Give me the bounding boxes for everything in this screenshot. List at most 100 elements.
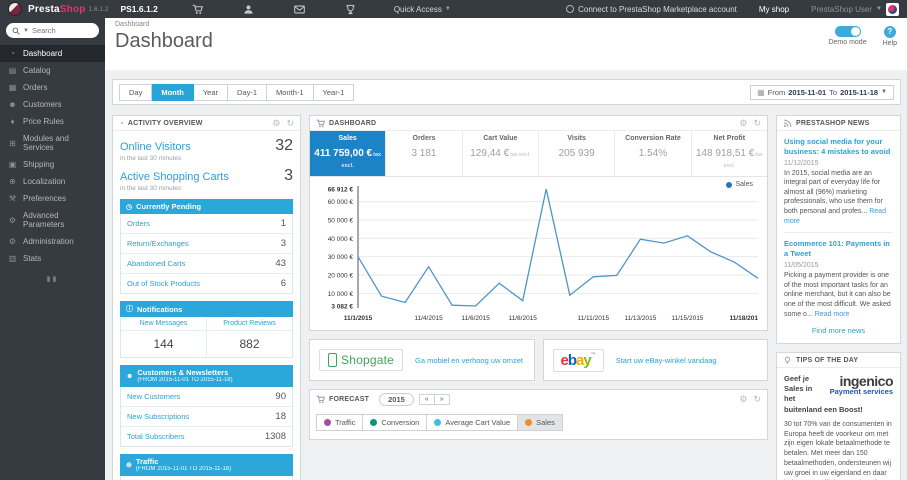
- my-shop-link[interactable]: My shop: [759, 5, 789, 14]
- new-subscriptions-row[interactable]: New Subscriptions 18: [121, 407, 292, 428]
- refresh-icon[interactable]: ↻: [753, 118, 761, 128]
- date-range-picker[interactable]: ▦ From 2015-11-01 To 2015-11-18 ▼: [750, 84, 894, 100]
- forecast-legend-sales[interactable]: Sales: [518, 414, 563, 431]
- sidebar-item-orders[interactable]: ▦ Orders: [0, 79, 105, 96]
- info-icon: ⓘ: [126, 306, 133, 313]
- tab-net-profit[interactable]: Net Profit 148 918,51 €tax excl.: [692, 131, 767, 176]
- breadcrumb[interactable]: Dashboard: [115, 21, 213, 28]
- cart-icon[interactable]: [192, 4, 203, 15]
- forecast-next-button[interactable]: »: [434, 393, 450, 405]
- tab-sales[interactable]: Sales 411 759,00 €tax excl.: [310, 131, 387, 176]
- help-icon[interactable]: ?: [883, 26, 896, 38]
- search-input[interactable]: [31, 26, 87, 35]
- new-messages-link[interactable]: New Messages: [121, 317, 206, 331]
- trophy-icon[interactable]: [345, 4, 356, 15]
- filter-month-button[interactable]: Month: [152, 83, 194, 101]
- news-excerpt: In 2015, social media are an integral pa…: [784, 169, 886, 225]
- filter-day-button[interactable]: Day: [119, 83, 153, 101]
- pending-row-out-of-stock[interactable]: Out of Stock Products 6: [121, 274, 292, 293]
- new-messages-value: 144: [153, 337, 174, 351]
- quick-access-menu[interactable]: Quick Access ▼: [394, 5, 451, 14]
- filter-month-1-button[interactable]: Month-1: [267, 83, 314, 101]
- forecast-legend: Traffic Conversion Average Cart Value Sa…: [310, 408, 767, 439]
- tips-of-the-day-panel: TIPS OF THE DAY ingenico Payment service…: [776, 352, 901, 480]
- tab-visits[interactable]: Visits 205 939: [539, 131, 616, 176]
- shopgate-link[interactable]: Ga mobiel en verhoog uw omzet: [415, 356, 523, 365]
- sidebar-item-dashboard[interactable]: ◔ Dashboard: [0, 45, 105, 62]
- forecast-legend-traffic[interactable]: Traffic: [316, 414, 364, 431]
- sidebar-item-stats[interactable]: ▥ Stats: [0, 250, 105, 267]
- period-buttons: Day Month Year Day-1 Month-1 Year-1: [119, 83, 355, 101]
- read-more-link[interactable]: Read more: [815, 311, 850, 318]
- calendar-icon: ▦: [757, 87, 765, 97]
- news-article: Using social media for your business: 4 …: [784, 137, 893, 226]
- demo-mode-toggle[interactable]: [834, 26, 861, 37]
- gear-icon[interactable]: ⚙: [272, 118, 280, 128]
- prestashop-news-panel: PRESTASHOP NEWS Using social media for y…: [776, 115, 901, 345]
- user-menu[interactable]: PrestaShop User ▼: [811, 2, 899, 16]
- sales-chart-area: Sales 66 912 € 60 000 € 50 000 € 40 000 € 30…: [310, 177, 767, 330]
- filter-bar: Day Month Year Day-1 Month-1 Year-1 ▦ Fr…: [112, 79, 901, 105]
- product-reviews-link[interactable]: Product Reviews: [207, 317, 292, 331]
- customers-rows: New Customers 90 New Subscriptions 18 Tota…: [120, 387, 293, 448]
- sidebar-item-price-rules[interactable]: ♦ Price Rules: [0, 113, 105, 130]
- gear-icon[interactable]: ⚙: [739, 394, 747, 404]
- tips-body-text: 30 tot 70% van de consumenten in Europa …: [784, 420, 892, 480]
- google-analytics-link[interactable]: Link to your Google Analytics account: [120, 476, 293, 480]
- customers-icon[interactable]: [243, 4, 254, 15]
- ebay-logo[interactable]: ebay™: [552, 348, 604, 372]
- news-headline[interactable]: Using social media for your business: 4 …: [784, 137, 893, 157]
- marketplace-link[interactable]: Connect to PrestaShop Marketplace accoun…: [566, 5, 737, 14]
- help-label: Help: [882, 40, 897, 47]
- shopgate-logo[interactable]: Shopgate: [319, 349, 403, 371]
- svg-text:66 912 €: 66 912 €: [328, 187, 354, 194]
- forecast-legend-conversion[interactable]: Conversion: [363, 414, 428, 431]
- sidebar-item-modules[interactable]: ⊞ Modules and Services: [0, 130, 105, 156]
- forecast-legend-average-cart-value[interactable]: Average Cart Value: [427, 414, 519, 431]
- demo-mode-label: Demo mode: [828, 39, 867, 46]
- find-more-news-link[interactable]: Find more news: [784, 319, 893, 337]
- pending-row-abandoned-carts[interactable]: Abandoned Carts 43: [121, 254, 292, 274]
- sidebar-item-administration[interactable]: ⚙ Administration: [0, 233, 105, 250]
- tab-cart-value[interactable]: Cart Value 129,44 €tax excl.: [463, 131, 539, 176]
- refresh-icon[interactable]: ↻: [753, 394, 761, 404]
- pending-row-returns[interactable]: Return/Exchanges 3: [121, 234, 292, 254]
- pending-row-orders[interactable]: Orders 1: [121, 214, 292, 234]
- forecast-prev-button[interactable]: «: [418, 393, 435, 405]
- tab-conversion-rate[interactable]: Conversion Rate 1.54%: [615, 131, 692, 176]
- news-date: 11/05/2015: [784, 261, 819, 269]
- ebay-link[interactable]: Start uw eBay-winkel vandaag: [616, 356, 717, 365]
- active-carts-link[interactable]: Active Shopping Carts: [120, 171, 229, 183]
- sidebar-item-advanced-parameters[interactable]: ⚙ Advanced Parameters: [0, 207, 105, 233]
- tab-orders[interactable]: Orders 3 181: [386, 131, 463, 176]
- gear-icon[interactable]: ⚙: [739, 118, 747, 128]
- search-scope-caret[interactable]: ▼: [23, 28, 29, 34]
- sidebar-item-customers[interactable]: ☻ Customers: [0, 96, 105, 113]
- credit-card-icon: ▦: [8, 83, 17, 92]
- sidebar-collapse-button[interactable]: ▮▮: [0, 275, 105, 283]
- sidebar-item-shipping[interactable]: ▣ Shipping: [0, 156, 105, 173]
- svg-text:11/4/2015: 11/4/2015: [414, 315, 443, 322]
- svg-text:11/6/2015: 11/6/2015: [461, 315, 490, 322]
- forecast-year[interactable]: 2015: [379, 392, 414, 406]
- filter-day-1-button[interactable]: Day-1: [228, 83, 268, 101]
- news-headline[interactable]: Ecommerce 101: Payments in a Tweet: [784, 239, 893, 259]
- new-customers-row[interactable]: New Customers 90: [121, 387, 292, 408]
- chart-legend[interactable]: Sales: [726, 181, 753, 188]
- filter-year-button[interactable]: Year: [193, 83, 228, 101]
- online-visitors-link[interactable]: Online Visitors: [120, 141, 191, 153]
- clock-icon: ◷: [126, 203, 133, 211]
- conversion-dot-icon: [370, 419, 378, 426]
- sidebar-item-catalog[interactable]: ▤ Catalog: [0, 62, 105, 79]
- news-date: 11/12/2015: [784, 159, 819, 167]
- sidebar-item-preferences[interactable]: ⚒ Preferences: [0, 190, 105, 207]
- messages-icon[interactable]: [293, 4, 305, 15]
- refresh-icon[interactable]: ↻: [286, 118, 294, 128]
- filter-year-1-button[interactable]: Year-1: [313, 83, 355, 101]
- ads-row: Shopgate Ga mobiel en verhoog uw omzet e…: [309, 339, 768, 381]
- sidebar-search[interactable]: ▼: [6, 23, 99, 38]
- version-label: 1.6.1.2: [88, 5, 109, 13]
- total-subscribers-row[interactable]: Total Subscribers 1308: [121, 427, 292, 446]
- sidebar-item-localization[interactable]: ⊕ Localization: [0, 173, 105, 190]
- svg-text:11/13/2015: 11/13/2015: [624, 315, 656, 322]
